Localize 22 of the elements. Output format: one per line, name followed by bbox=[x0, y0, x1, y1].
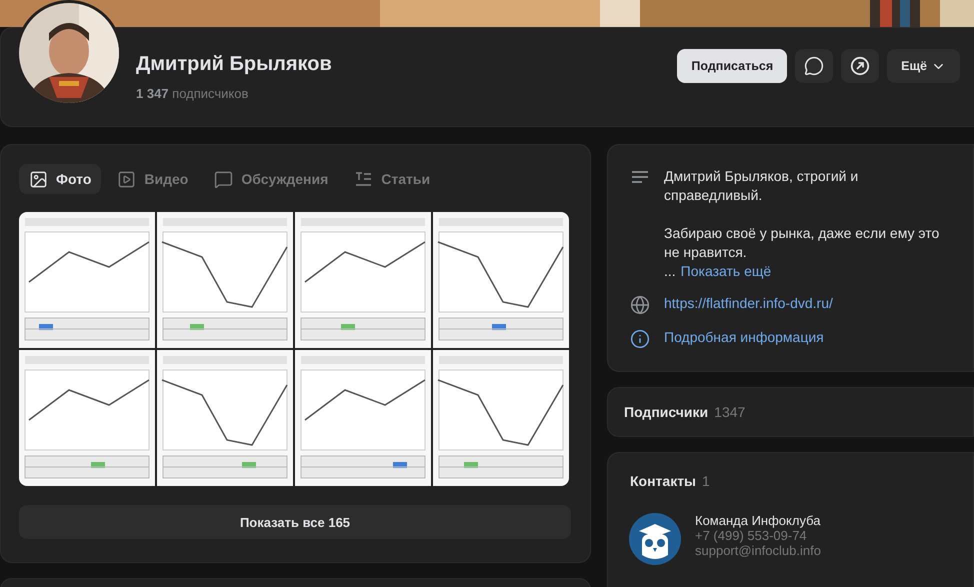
media-tab[interactable]: Обсуждения bbox=[204, 164, 338, 194]
followers-total: 1347 bbox=[714, 404, 746, 420]
contact-name[interactable]: Команда Инфоклуба bbox=[695, 513, 821, 528]
media-tab[interactable]: Видео bbox=[107, 164, 198, 194]
followers-card[interactable]: Подписчики 1347 bbox=[607, 387, 974, 437]
show-more-link[interactable]: Показать ещё bbox=[680, 262, 772, 281]
ellipsis-text: ... bbox=[664, 262, 676, 281]
contacts-count: 1 bbox=[702, 473, 710, 489]
contacts-title: Контакты bbox=[630, 473, 696, 489]
show-all-button[interactable]: Показать все 165 bbox=[19, 505, 571, 539]
subscribe-button[interactable]: Подписаться bbox=[677, 49, 788, 83]
media-tab[interactable]: Фото bbox=[19, 164, 102, 194]
followers-count: 1 347 подписчиков bbox=[136, 86, 250, 101]
media-tab[interactable]: Статьи bbox=[344, 164, 440, 194]
profile-name: Дмитрий Брыляков bbox=[136, 53, 333, 76]
details-link[interactable]: Подробная информация bbox=[664, 329, 824, 345]
profile-description: Дмитрий Брыляков, строгий и справедливый. Забираю своё у рынка, даже если ему это не нравится. bbox=[664, 167, 940, 262]
more-button[interactable]: Ещё bbox=[887, 49, 960, 83]
website-link[interactable]: https://flatfinder.info-dvd.ru/ bbox=[664, 295, 833, 311]
contact-email: support@infoclub.info bbox=[695, 543, 821, 558]
followers-title: Подписчики bbox=[624, 404, 708, 420]
contact-phone: +7 (499) 553-09-74 bbox=[695, 528, 808, 543]
